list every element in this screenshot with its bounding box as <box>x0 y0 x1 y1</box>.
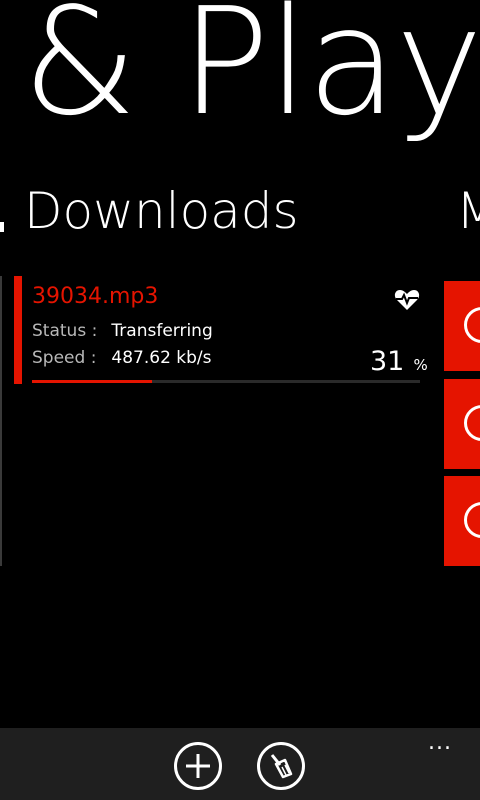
broom-icon <box>270 754 293 779</box>
speed-label: Speed : <box>32 348 97 368</box>
gauge-icon <box>464 405 480 441</box>
heart-pulse-icon[interactable] <box>394 288 420 312</box>
progress-percent-value: 31 <box>370 346 405 377</box>
progress-percent: 31 % <box>370 346 428 377</box>
progress-bar-fill <box>32 380 153 383</box>
status-label: Status : <box>32 321 98 341</box>
power-icon <box>464 307 480 343</box>
speed-row: Speed : 487.62 kb/s <box>32 348 212 368</box>
section-title: Downloads <box>24 182 299 240</box>
status-value: Transferring <box>111 321 213 341</box>
clear-button[interactable] <box>257 742 305 790</box>
add-icon <box>186 754 210 778</box>
next-section-title[interactable]: M <box>456 186 480 236</box>
info-icon <box>464 502 480 538</box>
add-button[interactable] <box>174 742 222 790</box>
side-tile-gauge[interactable] <box>444 379 480 469</box>
percent-symbol: % <box>413 356 428 374</box>
download-item[interactable]: 39034.mp3 Status : Transferring Speed : … <box>14 276 428 384</box>
progress-bar <box>32 380 420 383</box>
app-bar: ... <box>0 728 480 800</box>
download-accent-bar <box>14 276 22 384</box>
download-file-name: 39034.mp3 <box>32 284 159 309</box>
status-row: Status : Transferring <box>32 321 213 341</box>
previous-panel-edge <box>0 222 4 232</box>
speed-value: 487.62 kb/s <box>111 348 212 368</box>
side-tile-info[interactable] <box>444 476 480 566</box>
more-button[interactable]: ... <box>428 732 452 754</box>
app-title: & Play <box>22 0 480 148</box>
previous-panel-strip <box>0 276 2 566</box>
side-tile-power[interactable] <box>444 281 480 371</box>
